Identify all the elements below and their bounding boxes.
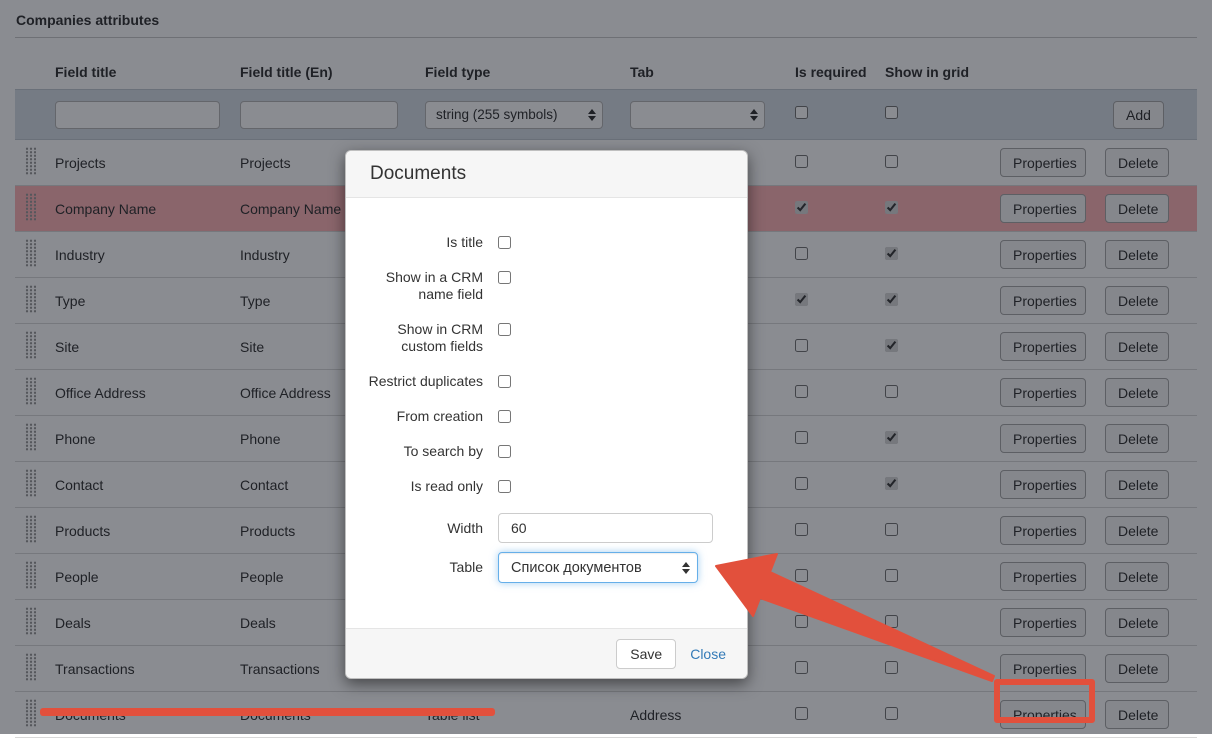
red-box-annotation	[994, 679, 1095, 723]
modal-checkbox-label: Show in CRM custom fields	[397, 321, 483, 354]
modal-checkbox[interactable]	[498, 271, 511, 284]
modal-checkbox[interactable]	[498, 323, 511, 336]
modal-checkbox[interactable]	[498, 375, 511, 388]
select-stepper-icon	[682, 561, 690, 574]
dialog-header: Documents	[346, 151, 747, 198]
modal-checkbox-label: To search by	[403, 443, 483, 459]
documents-properties-dialog: Documents Is title Show in a CRM name fi…	[345, 150, 748, 679]
modal-checkbox-label: From creation	[396, 408, 483, 424]
modal-checkbox-label: Restrict duplicates	[368, 373, 483, 389]
modal-checkbox-label: Is title	[446, 234, 483, 250]
modal-checkbox[interactable]	[498, 480, 511, 493]
width-field[interactable]	[498, 513, 713, 543]
modal-checkbox[interactable]	[498, 236, 511, 249]
width-label: Width	[447, 519, 483, 536]
dialog-title: Documents	[370, 163, 467, 184]
modal-checkbox[interactable]	[498, 410, 511, 423]
save-button[interactable]: Save	[616, 638, 677, 669]
red-underline-annotation	[40, 708, 495, 716]
modal-checkbox-label: Is read only	[410, 478, 483, 494]
modal-checkbox[interactable]	[498, 445, 511, 458]
dialog-footer: Save Close	[346, 628, 747, 678]
table-select[interactable]: Список документов	[498, 552, 698, 583]
close-link[interactable]: Close	[690, 646, 726, 662]
dialog-body: Is title Show in a CRM name field Show i…	[346, 198, 747, 628]
modal-checkbox-label: Show in a CRM name field	[385, 269, 483, 302]
table-label: Table	[449, 559, 483, 575]
